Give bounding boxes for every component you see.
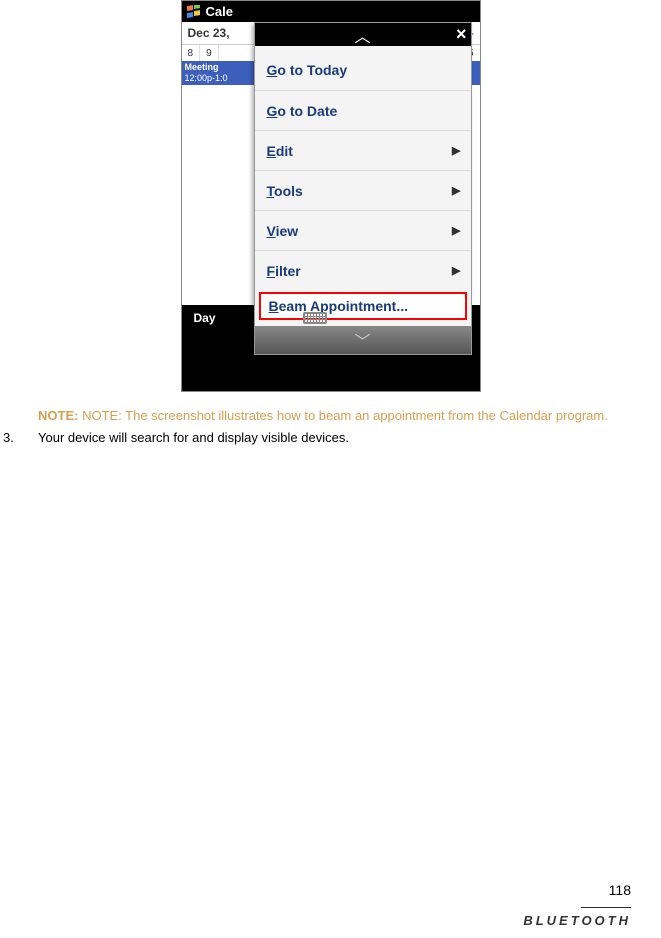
chevron-up-icon: ︿: [354, 23, 370, 47]
chevron-down-icon: ﹀: [354, 328, 370, 352]
menu-scroll-down[interactable]: ﹀: [255, 326, 471, 354]
date-text: Dec 23,: [188, 26, 230, 40]
calendar-content: Dec 23, ▶ 8 9 5 Meeting 12:00p-1:0 ︿ ×: [182, 22, 480, 305]
submenu-arrow-icon: ▶: [452, 264, 460, 277]
menu-item-go-to-date[interactable]: Go to Date: [255, 90, 471, 130]
softkey-day[interactable]: Day: [194, 311, 216, 325]
menu-items-container: Go to Today Go to Date Edit ▶ Tools ▶ Vi: [255, 46, 471, 326]
footer-section-label: Bluetooth: [523, 913, 631, 928]
step-number: 3.: [0, 430, 38, 445]
close-icon[interactable]: ×: [456, 24, 467, 45]
step-text: Your device will search for and display …: [38, 430, 631, 445]
windows-start-icon: [186, 4, 202, 20]
note-body: NOTE: The screenshot illustrates how to …: [82, 408, 608, 423]
note-text: NOTE: NOTE: The screenshot illustrates h…: [38, 407, 631, 425]
menu-scroll-up[interactable]: ︿ ×: [255, 23, 471, 46]
menu-popup: ︿ × Go to Today Go to Date Edit ▶ T: [254, 22, 472, 355]
instruction-step: 3. Your device will search for and displ…: [0, 430, 631, 445]
keyboard-icon[interactable]: [303, 312, 327, 324]
page-number: 118: [609, 882, 631, 898]
menu-item-edit[interactable]: Edit ▶: [255, 130, 471, 170]
footer-rule: [581, 907, 631, 908]
menu-item-tools[interactable]: Tools ▶: [255, 170, 471, 210]
titlebar: Cale: [182, 1, 480, 22]
device-screenshot: Cale Dec 23, ▶ 8 9 5 Meeting 12:00p-1:0: [181, 0, 481, 392]
menu-item-beam-appointment[interactable]: Beam Appointment...: [259, 292, 467, 320]
menu-item-view[interactable]: View ▶: [255, 210, 471, 250]
submenu-arrow-icon: ▶: [452, 184, 460, 197]
hour-cell: 8: [182, 45, 201, 61]
submenu-arrow-icon: ▶: [452, 144, 460, 157]
menu-item-filter[interactable]: Filter ▶: [255, 250, 471, 290]
note-label: NOTE:: [38, 408, 82, 423]
submenu-arrow-icon: ▶: [452, 224, 460, 237]
app-title: Cale: [206, 4, 233, 19]
menu-item-go-to-today[interactable]: Go to Today: [255, 50, 471, 90]
hour-cell: 9: [200, 45, 219, 61]
